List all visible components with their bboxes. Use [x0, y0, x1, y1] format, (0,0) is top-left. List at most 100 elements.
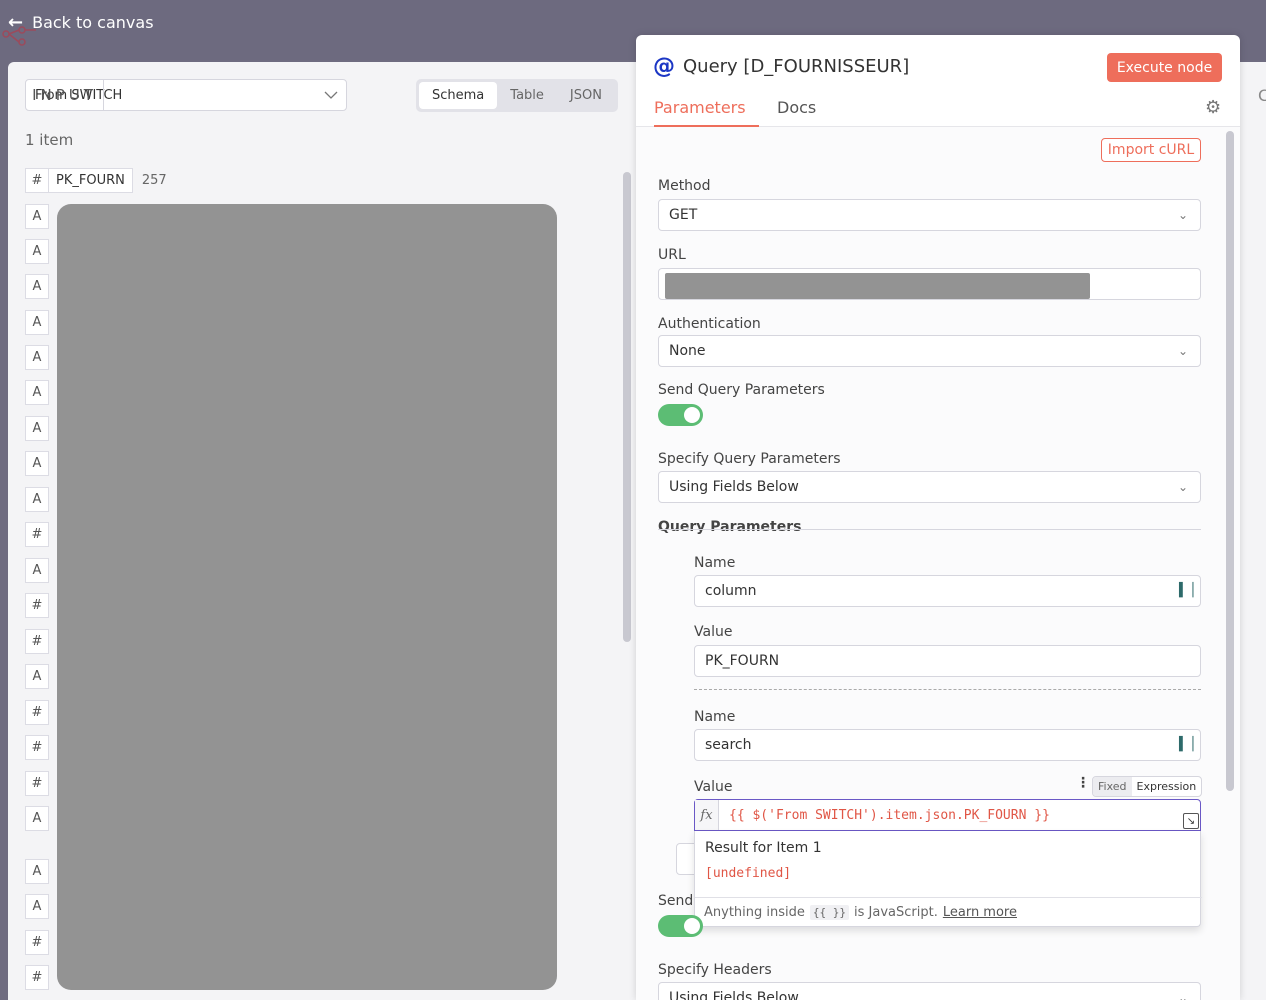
tab-parameters[interactable]: Parameters — [654, 98, 759, 127]
type-number-icon: # — [25, 629, 49, 654]
specify-headers-value: Using Fields Below — [669, 990, 799, 1000]
type-number-icon: # — [25, 965, 49, 990]
expression-code: {{ $('From SWITCH').item.json.PK_FOURN }… — [729, 807, 1050, 823]
url-input[interactable] — [658, 268, 1201, 300]
partially-hidden-button[interactable] — [676, 843, 696, 875]
scrollbar[interactable] — [623, 172, 631, 642]
type-number-icon: # — [25, 771, 49, 796]
output-panel-edge: C — [1240, 62, 1266, 1000]
specify-headers-label: Specify Headers — [658, 962, 772, 978]
divider — [694, 689, 1201, 690]
type-string-icon: A — [25, 204, 49, 229]
type-string-icon: A — [25, 274, 49, 299]
send-query-label: Send Query Parameters — [658, 382, 825, 398]
param-name-label: Name — [694, 555, 736, 571]
tab-docs-label: Docs — [777, 98, 817, 117]
execute-node-button[interactable]: Execute node — [1107, 53, 1222, 82]
redacted-url — [665, 273, 1090, 299]
import-curl-button[interactable]: Import cURL — [1101, 138, 1201, 162]
input-panel: INPUT From SWITCH Schema Table JSON 1 it… — [8, 62, 636, 1000]
method-value: GET — [669, 207, 698, 223]
hint-suffix: is JavaScript. — [854, 905, 938, 920]
arrow-left-icon: ← — [8, 12, 24, 33]
specify-headers-select[interactable]: Using Fields Below ⌄ — [658, 982, 1201, 1000]
param-name-input[interactable]: search ▍│ — [694, 729, 1201, 761]
result-hint: Anything inside {{ }} is JavaScript. Lea… — [695, 897, 1202, 927]
http-request-at-icon: @ — [653, 54, 675, 79]
tab-parameters-label: Parameters — [654, 98, 746, 117]
type-number-icon: # — [25, 593, 49, 618]
chevron-down-icon: ⌄ — [1177, 344, 1188, 358]
authentication-select[interactable]: None ⌄ — [658, 335, 1201, 367]
back-to-canvas-label: Back to canvas — [32, 13, 154, 32]
input-label: INPUT — [26, 80, 104, 110]
tab-docs[interactable]: Docs — [777, 98, 816, 125]
chevron-down-icon: ⌄ — [1177, 208, 1188, 222]
param-value-value: PK_FOURN — [705, 653, 780, 669]
result-title: Result for Item 1 — [705, 840, 822, 856]
more-options-icon[interactable]: ⋮ — [1076, 775, 1090, 791]
drag-mapping-icon[interactable]: ▍│ — [1179, 583, 1197, 599]
fx-icon: fx — [695, 800, 719, 830]
parameters-body: Import cURL Method GET ⌄ URL Authenticat… — [636, 127, 1240, 1000]
method-select[interactable]: GET ⌄ — [658, 199, 1201, 231]
method-label: Method — [658, 178, 711, 194]
hint-braces: {{ }} — [809, 905, 850, 920]
param-value-label: Value — [694, 624, 733, 640]
type-string-icon: A — [25, 345, 49, 370]
type-string-icon: A — [25, 894, 49, 919]
send-query-toggle[interactable] — [658, 404, 703, 426]
type-number-icon: # — [25, 930, 49, 955]
specify-query-label: Specify Query Parameters — [658, 451, 841, 467]
chevron-down-icon: ⌄ — [1177, 991, 1188, 1000]
type-string-icon: A — [25, 239, 49, 264]
param-value-label: Value — [694, 779, 733, 795]
specify-query-value: Using Fields Below — [669, 479, 799, 495]
type-number-icon: # — [25, 522, 49, 547]
chevron-down-icon — [324, 91, 338, 99]
redacted-region — [57, 204, 557, 990]
expression-input[interactable]: fx {{ $('From SWITCH').item.json.PK_FOUR… — [694, 799, 1201, 831]
expand-icon[interactable]: ↘ — [1183, 813, 1199, 829]
learn-more-link[interactable]: Learn more — [943, 905, 1017, 920]
param-name-value: column — [705, 583, 757, 599]
type-string-icon: A — [25, 806, 49, 831]
back-to-canvas-button[interactable]: ← Back to canvas — [8, 12, 154, 33]
type-string-icon: A — [25, 558, 49, 583]
tab-table[interactable]: Table — [497, 82, 557, 109]
node-title[interactable]: Query [D_FOURNISSEUR] — [683, 56, 909, 77]
tab-schema[interactable]: Schema — [419, 82, 498, 109]
view-mode-tabs: Schema Table JSON — [416, 79, 618, 112]
url-label: URL — [658, 247, 686, 263]
send-headers-label: Send — [658, 893, 694, 909]
tab-json[interactable]: JSON — [557, 82, 615, 109]
gear-icon[interactable]: ⚙ — [1205, 97, 1221, 118]
expression-mode-button[interactable]: Expression — [1132, 777, 1202, 796]
specify-query-select[interactable]: Using Fields Below ⌄ — [658, 471, 1201, 503]
fixed-mode-button[interactable]: Fixed — [1093, 777, 1132, 796]
item-count: 1 item — [25, 131, 74, 149]
param-value-input[interactable]: PK_FOURN — [694, 645, 1201, 677]
schema-field-name: PK_FOURN — [49, 168, 133, 193]
type-number-icon: # — [25, 735, 49, 760]
type-string-icon: A — [25, 380, 49, 405]
drag-mapping-icon[interactable]: ▍│ — [1179, 737, 1197, 753]
param-name-label: Name — [694, 709, 736, 725]
divider — [658, 529, 1201, 530]
chevron-down-icon: ⌄ — [1177, 480, 1188, 494]
send-headers-toggle[interactable] — [658, 915, 703, 937]
input-source-select[interactable]: INPUT From SWITCH — [25, 79, 347, 111]
authentication-value: None — [669, 343, 706, 359]
param-name-input[interactable]: column ▍│ — [694, 575, 1201, 607]
param-name-value: search — [705, 737, 752, 753]
node-header: @ Query [D_FOURNISSEUR] Execute node Par… — [636, 35, 1240, 127]
type-string-icon: A — [25, 310, 49, 335]
schema-field-row[interactable]: # PK_FOURN 257 — [25, 168, 167, 193]
expression-result-popup: Result for Item 1 [undefined] Anything i… — [694, 831, 1202, 927]
type-string-icon: A — [25, 416, 49, 441]
scrollbar[interactable] — [1226, 131, 1234, 791]
node-settings-panel: @ Query [D_FOURNISSEUR] Execute node Par… — [636, 35, 1240, 1000]
query-parameters-heading: Query Parameters — [658, 519, 802, 535]
authentication-label: Authentication — [658, 316, 761, 332]
fixed-expression-toggle: Fixed Expression — [1092, 776, 1203, 797]
